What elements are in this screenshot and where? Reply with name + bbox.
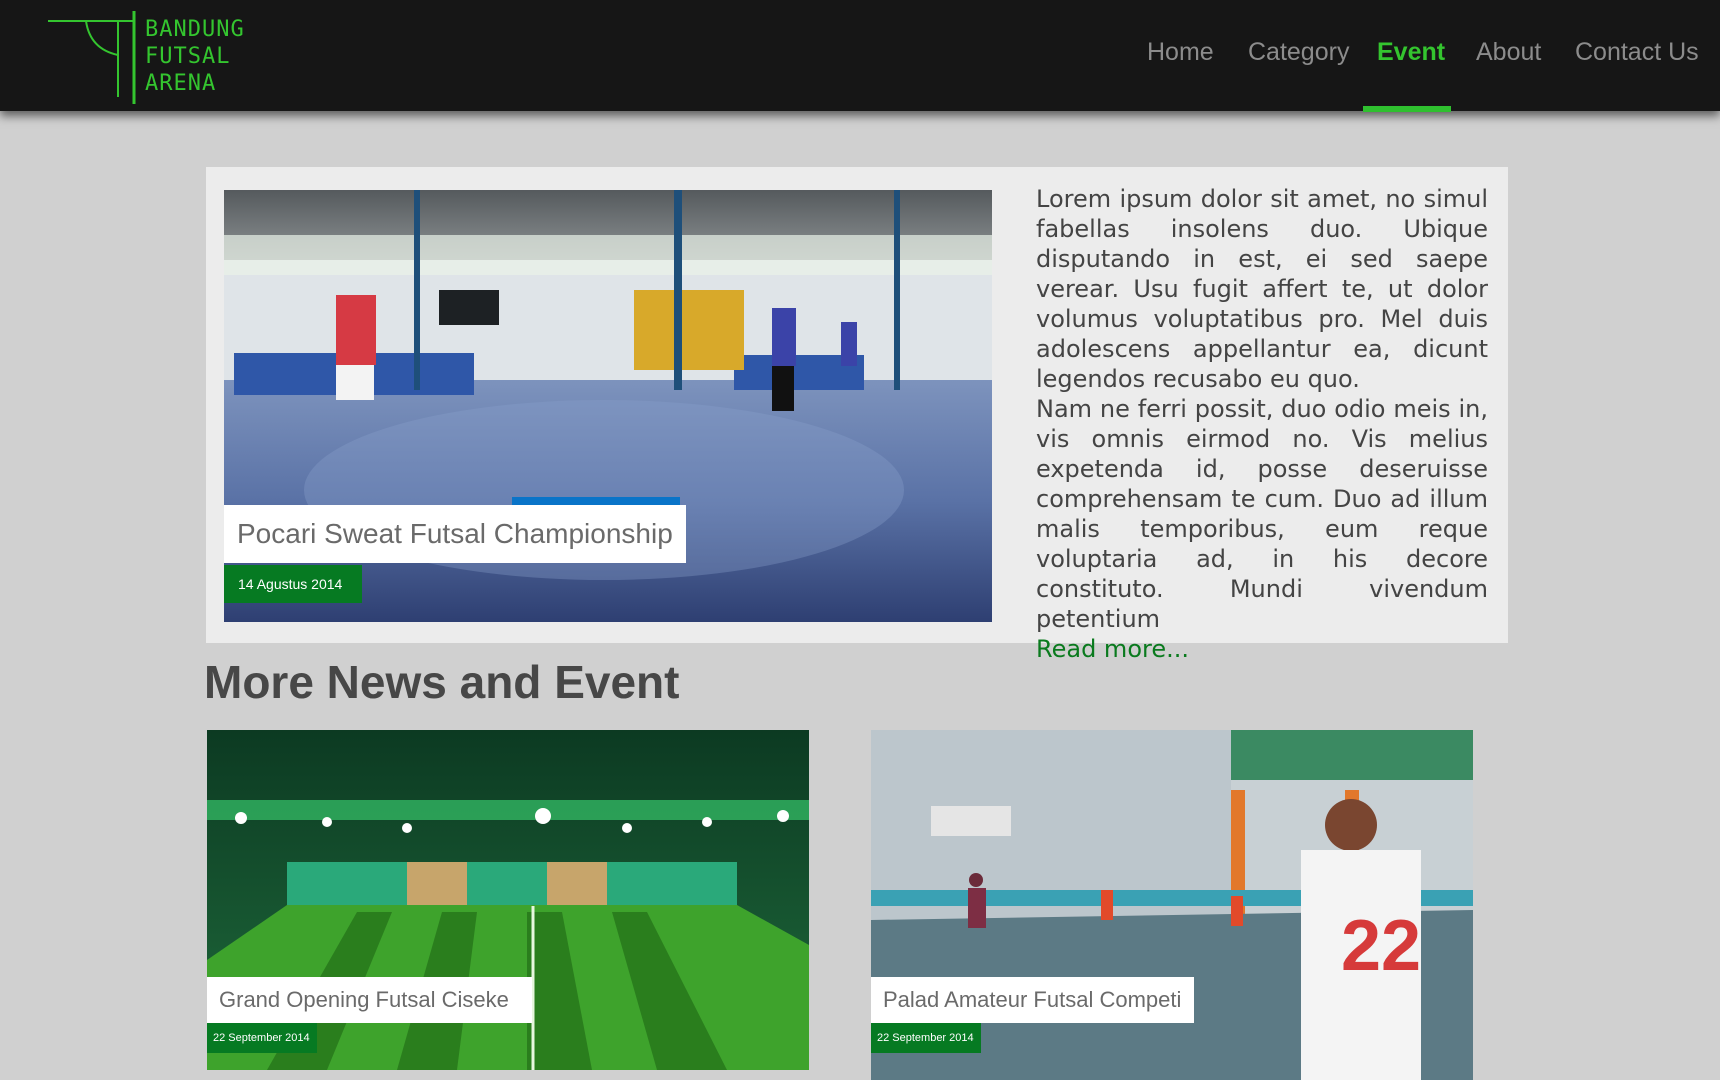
news-card-title[interactable]: Grand Opening Futsal Ciseke <box>207 977 532 1023</box>
news-card-palad-amateur[interactable]: 22 Palad Amateur Futsal Competi 22 Septe… <box>871 730 1473 1080</box>
description-paragraph-2: Nam ne ferri possit, duo odio meis in, v… <box>1036 395 1488 633</box>
nav-home[interactable]: Home <box>1147 38 1214 67</box>
nav-contact-us[interactable]: Contact Us <box>1575 38 1699 67</box>
description-paragraph-1: Lorem ipsum dolor sit amet, no simul fab… <box>1036 185 1488 393</box>
news-card-grand-opening[interactable]: Grand Opening Futsal Ciseke 22 September… <box>207 730 809 1070</box>
logo-line-3: ARENA <box>145 71 217 96</box>
news-card-date: 22 September 2014 <box>871 1023 981 1053</box>
featured-event-title[interactable]: Pocari Sweat Futsal Championship <box>224 505 686 563</box>
news-card-title[interactable]: Palad Amateur Futsal Competi <box>871 977 1194 1023</box>
nav-event[interactable]: Event <box>1377 38 1445 67</box>
featured-event-date: 14 Agustus 2014 <box>224 565 362 603</box>
featured-event-card: Pocari Sweat Futsal Championship 14 Agus… <box>206 167 1508 663</box>
news-card-date: 22 September 2014 <box>207 1023 317 1053</box>
logo-wordmark: BANDUNG FUTSAL ARENA <box>145 16 245 97</box>
top-navbar: BANDUNG FUTSAL ARENA Home Category Event… <box>0 0 1720 112</box>
svg-text:22: 22 <box>1341 906 1421 986</box>
featured-event-description: Lorem ipsum dolor sit amet, no simul fab… <box>1036 184 1488 664</box>
read-more-link[interactable]: Read more... <box>1036 635 1189 663</box>
nav-about[interactable]: About <box>1476 38 1541 67</box>
site-logo[interactable]: BANDUNG FUTSAL ARENA <box>46 9 256 106</box>
logo-line-2: FUTSAL <box>145 44 231 69</box>
nav-category[interactable]: Category <box>1248 38 1349 67</box>
logo-line-1: BANDUNG <box>145 17 245 42</box>
active-nav-indicator <box>1363 106 1451 112</box>
logo-goal-icon <box>48 11 136 104</box>
caption-accent-bar <box>512 497 680 505</box>
more-news-heading: More News and Event <box>204 656 680 708</box>
